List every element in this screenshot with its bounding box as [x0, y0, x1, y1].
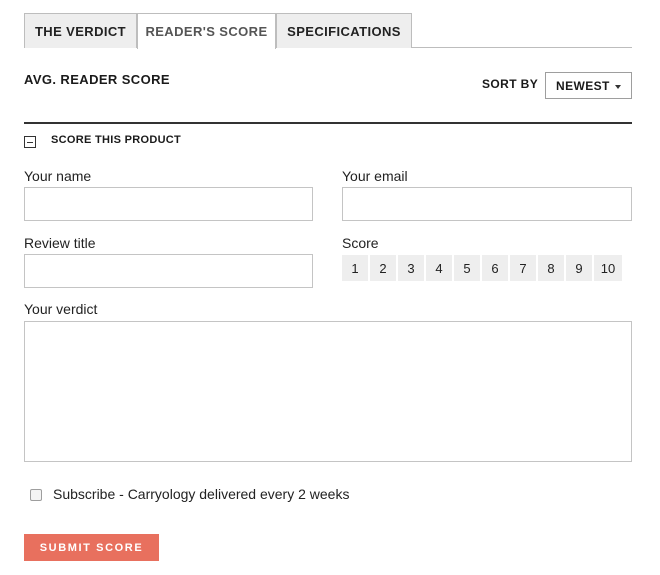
review-title-input[interactable] — [24, 254, 313, 288]
score-button-1[interactable]: 1 — [342, 255, 368, 281]
score-button-5[interactable]: 5 — [454, 255, 480, 281]
collapse-minus-icon[interactable] — [24, 136, 36, 148]
score-button-9[interactable]: 9 — [566, 255, 592, 281]
score-label: Score — [342, 235, 379, 251]
tab-specifications[interactable]: SPECIFICATIONS — [276, 13, 412, 48]
name-label: Your name — [24, 168, 92, 184]
chevron-down-icon — [615, 85, 621, 89]
score-button-2[interactable]: 2 — [370, 255, 396, 281]
score-button-7[interactable]: 7 — [510, 255, 536, 281]
score-button-8[interactable]: 8 — [538, 255, 564, 281]
score-button-3[interactable]: 3 — [398, 255, 424, 281]
verdict-label: Your verdict — [24, 301, 98, 317]
tab-the-verdict[interactable]: THE VERDICT — [24, 13, 137, 48]
score-selector: 1 2 3 4 5 6 7 8 9 10 — [342, 255, 622, 281]
score-button-6[interactable]: 6 — [482, 255, 508, 281]
review-title-label: Review title — [24, 235, 96, 251]
section-divider — [24, 122, 632, 124]
sort-select-value: NEWEST — [556, 78, 610, 93]
email-label: Your email — [342, 168, 408, 184]
name-input[interactable] — [24, 187, 313, 221]
email-input[interactable] — [342, 187, 632, 221]
score-product-heading: SCORE THIS PRODUCT — [51, 134, 182, 146]
subscribe-checkbox[interactable] — [30, 489, 42, 501]
verdict-textarea[interactable] — [24, 321, 632, 462]
subscribe-label: Subscribe - Carryology delivered every 2… — [53, 486, 350, 502]
avg-reader-score-label: AVG. READER SCORE — [24, 72, 170, 87]
score-button-4[interactable]: 4 — [426, 255, 452, 281]
submit-score-button[interactable]: SUBMIT SCORE — [24, 534, 159, 561]
tab-readers-score[interactable]: READER'S SCORE — [137, 13, 276, 49]
sort-by-label: SORT BY — [482, 77, 539, 91]
sort-select[interactable]: NEWEST — [545, 72, 632, 99]
score-button-10[interactable]: 10 — [594, 255, 622, 281]
tab-bar: THE VERDICT READER'S SCORE SPECIFICATION… — [24, 13, 632, 49]
